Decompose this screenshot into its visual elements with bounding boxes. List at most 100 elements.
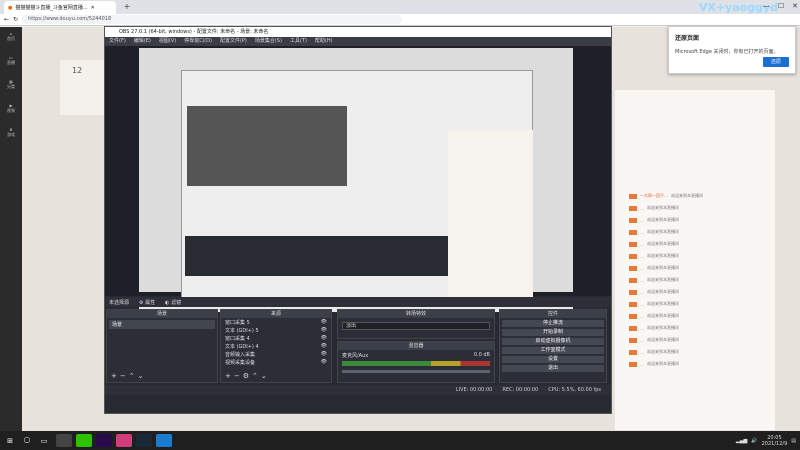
eye-icon[interactable]: 👁 bbox=[321, 335, 327, 341]
remove-icon[interactable]: − bbox=[234, 372, 243, 380]
chat-username[interactable]: … bbox=[640, 338, 644, 343]
source-item[interactable]: 视频采集设备 👁 bbox=[221, 358, 331, 366]
chat-text: 欢迎来到本直播间 bbox=[671, 193, 703, 198]
exit-button[interactable]: 退出 bbox=[502, 365, 604, 372]
chat-text: 欢迎来到本直播间 bbox=[647, 205, 679, 210]
menu-profile[interactable]: 配置文件(P) bbox=[220, 37, 247, 46]
gear-icon[interactable]: ⚙ bbox=[243, 372, 252, 380]
menu-tools[interactable]: 工具(T) bbox=[290, 37, 307, 46]
down-icon[interactable]: ⌄ bbox=[138, 372, 147, 380]
notification-center-icon[interactable]: ▤ bbox=[791, 438, 796, 444]
nav-item-video[interactable]: ▶ 视频 bbox=[0, 99, 22, 123]
remove-icon[interactable]: − bbox=[120, 372, 129, 380]
chat-username[interactable]: … bbox=[640, 206, 644, 211]
chat-username[interactable]: … bbox=[640, 350, 644, 355]
nav-item-live[interactable]: ▭ 直播 bbox=[0, 51, 22, 75]
cpu-status: CPU: 5.5%, 60.00 fps bbox=[548, 387, 601, 393]
add-icon[interactable]: + bbox=[111, 372, 120, 380]
chat-username[interactable]: 一大帮一团子… bbox=[640, 193, 668, 199]
preview-area bbox=[105, 46, 611, 312]
source-item[interactable]: 音频输入采集 👁 bbox=[221, 350, 331, 358]
menu-view[interactable]: 视图(V) bbox=[159, 37, 176, 46]
start-recording-button[interactable]: 开始录制 bbox=[502, 329, 604, 336]
edge-icon[interactable] bbox=[156, 434, 172, 447]
nav-item-category[interactable]: ▦ 分类 bbox=[0, 75, 22, 99]
chat-username[interactable]: … bbox=[640, 290, 644, 295]
address-bar: ← ↻ https://www.douyu.com/5244018 bbox=[0, 14, 800, 26]
url-input[interactable]: https://www.douyu.com/5244018 bbox=[22, 15, 403, 24]
restore-button[interactable]: 还原 bbox=[763, 57, 789, 67]
menu-file[interactable]: 文件(F) bbox=[109, 37, 126, 46]
up-icon[interactable]: ⌃ bbox=[129, 372, 138, 380]
settings-button[interactable]: 设置 bbox=[502, 356, 604, 363]
level-badge bbox=[629, 289, 637, 295]
menu-help[interactable]: 帮助(H) bbox=[315, 37, 333, 46]
controls-dock: 控件 停止推流 开始录制 启动虚拟摄像机 工作室模式 设置 退出 bbox=[499, 309, 607, 383]
eye-icon[interactable]: 👁 bbox=[321, 343, 327, 349]
chat-message: … 欢迎来到本直播间 bbox=[615, 250, 775, 262]
minimize-icon[interactable]: — bbox=[763, 2, 770, 10]
eye-icon[interactable]: 👁 bbox=[321, 359, 327, 365]
menu-docks[interactable]: 停靠窗口(D) bbox=[184, 37, 212, 46]
source-item[interactable]: 文本 (GDI+) 5 👁 bbox=[221, 326, 331, 334]
sources-dock: 来源 窗口采集 5 👁 文本 (GDI+) 5 👁 窗口采集 4 👁 文本 (GDI+… bbox=[220, 309, 332, 383]
filters-button[interactable]: ◐ 滤镜 bbox=[165, 299, 181, 306]
chat-username[interactable]: … bbox=[640, 302, 644, 307]
media-icon[interactable] bbox=[116, 434, 132, 447]
chat-username[interactable]: … bbox=[640, 218, 644, 223]
close-icon[interactable]: ✕ bbox=[792, 2, 798, 10]
scene-item[interactable]: 场景 bbox=[109, 320, 215, 329]
volume-icon[interactable]: 🔊 bbox=[751, 438, 757, 444]
menu-edit[interactable]: 编辑(E) bbox=[134, 37, 151, 46]
up-icon[interactable]: ⌃ bbox=[252, 372, 261, 380]
add-icon[interactable]: + bbox=[225, 372, 234, 380]
browser-tab[interactable]: ● 猫猫猫猫斗直播_斗鱼官网直播... ✕ bbox=[4, 1, 116, 14]
chat-text: 欢迎来到本直播间 bbox=[647, 349, 679, 354]
nested-preview bbox=[187, 106, 347, 186]
refresh-icon[interactable]: ↻ bbox=[13, 16, 18, 23]
windows-start-icon[interactable]: ⊞ bbox=[2, 434, 18, 447]
chat-username[interactable]: … bbox=[640, 278, 644, 283]
close-tab-icon[interactable]: ✕ bbox=[91, 5, 95, 11]
chat-username[interactable]: … bbox=[640, 266, 644, 271]
obs-icon[interactable] bbox=[56, 434, 72, 447]
chat-text: 欢迎来到本直播间 bbox=[647, 289, 679, 294]
chat-username[interactable]: … bbox=[640, 242, 644, 247]
new-tab-button[interactable]: + bbox=[122, 2, 132, 12]
volume-slider[interactable] bbox=[342, 370, 490, 373]
nav-item-game[interactable]: ♛ 游戏 bbox=[0, 123, 22, 147]
scene-tools: +−⌃⌄ bbox=[111, 372, 147, 380]
source-item[interactable]: 窗口采集 5 👁 bbox=[221, 318, 331, 326]
premiere-icon[interactable] bbox=[96, 434, 112, 447]
task-view-icon[interactable]: ▭ bbox=[36, 434, 52, 447]
transition-select[interactable]: 淡出 bbox=[342, 322, 490, 330]
network-icon[interactable]: ▂▄▆ bbox=[736, 438, 748, 444]
wechat-icon[interactable] bbox=[76, 434, 92, 447]
down-icon[interactable]: ⌄ bbox=[261, 372, 270, 380]
source-item[interactable]: 窗口采集 4 👁 bbox=[221, 334, 331, 342]
chat-username[interactable]: … bbox=[640, 314, 644, 319]
search-icon[interactable]: ○ bbox=[20, 435, 34, 447]
eye-icon[interactable]: 👁 bbox=[321, 319, 327, 325]
back-icon[interactable]: ← bbox=[4, 16, 9, 23]
eye-icon[interactable]: 👁 bbox=[321, 351, 327, 357]
chat-message: … 欢迎来到本直播间 bbox=[615, 202, 775, 214]
chat-username[interactable]: … bbox=[640, 326, 644, 331]
chat-username[interactable]: … bbox=[640, 362, 644, 367]
menu-scene-collection[interactable]: 场景集合(S) bbox=[255, 37, 282, 46]
chat-username[interactable]: … bbox=[640, 230, 644, 235]
chat-username[interactable]: … bbox=[640, 254, 644, 259]
chat-text: 欢迎来到本直播间 bbox=[647, 337, 679, 342]
chat-message: … 欢迎来到本直播间 bbox=[615, 322, 775, 334]
maximize-icon[interactable]: ☐ bbox=[778, 2, 784, 10]
nav-item-home[interactable]: ⌂ 首页 bbox=[0, 27, 22, 51]
steam-icon[interactable] bbox=[136, 434, 152, 447]
stop-streaming-button[interactable]: 停止推流 bbox=[502, 320, 604, 327]
clock[interactable]: 20:05 2021/12/9 bbox=[762, 435, 788, 447]
level-badge bbox=[629, 301, 637, 307]
eye-icon[interactable]: 👁 bbox=[321, 327, 327, 333]
virtual-camera-button[interactable]: 启动虚拟摄像机 bbox=[502, 338, 604, 345]
source-item[interactable]: 文本 (GDI+) 4 👁 bbox=[221, 342, 331, 350]
properties-button[interactable]: ⚙ 属性 bbox=[139, 299, 155, 306]
studio-mode-button[interactable]: 工作室模式 bbox=[502, 347, 604, 354]
